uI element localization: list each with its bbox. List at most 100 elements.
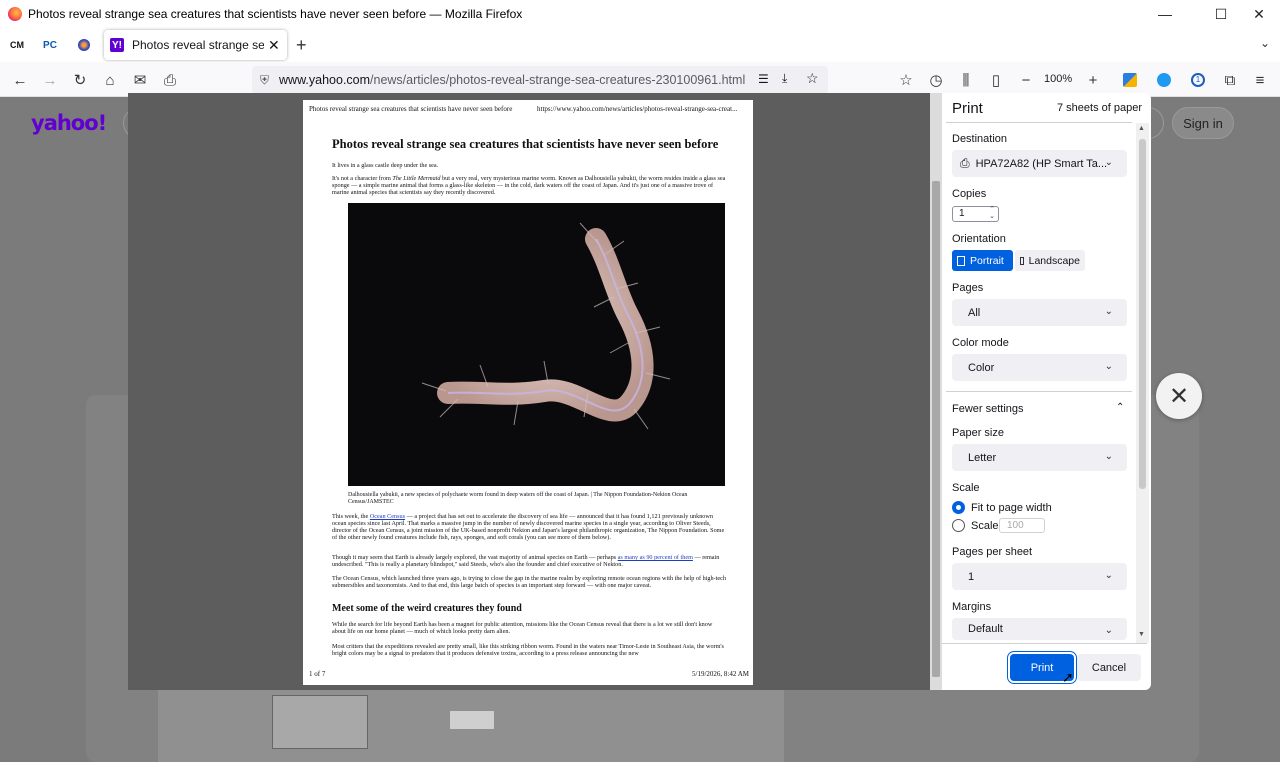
url-bar[interactable]: ⛨ www.yahoo.com/news/articles/photos-rev… [252,66,828,94]
arrow-right-icon: → [42,71,58,89]
pocket-button[interactable]: ☆ [894,68,918,92]
settings-scrollbar-thumb[interactable] [1139,139,1146,489]
pages-select[interactable]: All ⌄ [952,299,1127,326]
tab-label: Photos reveal strange sea creat [132,38,264,52]
email-link-button[interactable]: ✉ [128,68,152,92]
settings-scrollbar[interactable]: ▲ ▼ [1136,123,1149,643]
forward-button[interactable]: → [38,68,62,92]
puzzle-icon: ⧉ [1224,71,1236,89]
round-favicon-icon [78,39,90,51]
extension-blue-button[interactable] [1152,68,1176,92]
reload-button[interactable]: ↻ [68,68,92,92]
article-paragraph-1: It's not a character from The Little Mer… [332,175,726,196]
zoom-in-button[interactable]: + [1081,68,1105,92]
yahoo-logo: yahoo! [31,111,107,135]
pinned-tab-pc[interactable]: PC [36,34,64,56]
password-manager-button[interactable]: 1 [1186,68,1210,92]
sidebar-button[interactable]: ▯ [984,68,1008,92]
divider [946,122,1132,123]
chevron-up-icon[interactable]: ⌃ [1116,402,1124,413]
tab-strip: CM PC Y! Photos reveal strange sea creat… [0,28,1280,62]
paper-size-select[interactable]: Letter ⌄ [952,444,1127,471]
printer-icon: ⎙ [163,71,176,89]
margins-label: Margins [952,601,992,613]
preview-scrollbar-thumb[interactable] [932,181,940,677]
library-button[interactable]: ⫼ [954,68,978,92]
scroll-down-icon[interactable]: ▼ [1138,631,1145,638]
copies-input[interactable]: 1 ⌃ ⌄ [952,206,999,222]
list-all-tabs-button[interactable]: ⌄ [1260,36,1270,50]
scale-option-label: Scale [971,520,999,532]
arrow-left-icon: ← [12,71,28,89]
page-date: 5/19/2026, 8:42 AM [692,670,749,678]
print-toolbar-button[interactable]: ⎙ [158,68,182,92]
scale-radio[interactable] [952,519,965,532]
home-button[interactable]: ⌂ [98,68,122,92]
sign-in-button[interactable]: Sign in [1172,107,1234,139]
color-mode-label: Color mode [952,337,1009,349]
site-info-icon[interactable]: ⛨ [260,73,269,88]
mouse-cursor-icon: ➚ [1062,669,1074,685]
bookmark-star-icon[interactable]: ☆ [806,70,819,87]
history-button[interactable]: ◷ [924,68,948,92]
pinned-tab-cm[interactable]: CM [3,34,31,56]
article-paragraph-4: The Ocean Census, which launched three y… [332,575,726,589]
page-landscape-icon [1020,256,1024,265]
sea-worm-illustration [421,222,671,430]
divider [946,391,1132,392]
pages-per-sheet-select[interactable]: 1 ⌄ [952,563,1127,590]
copies-label: Copies [952,188,987,200]
destination-label: Destination [952,133,1008,145]
close-tab-icon[interactable]: ✕ [268,37,280,54]
pinned-tab-round[interactable] [70,34,98,56]
back-button[interactable]: ← [8,68,32,92]
chevron-down-icon: ⌄ [1104,570,1113,581]
window-title: Photos reveal strange sea creatures that… [28,7,523,21]
color-mode-select[interactable]: Color ⌄ [952,354,1127,381]
password-manager-icon: 1 [1191,73,1205,87]
app-menu-button[interactable]: ≡ [1248,68,1272,92]
fit-to-width-label: Fit to page width [971,502,1052,514]
close-overlay-button[interactable]: ✕ [1156,373,1202,419]
fewer-settings-toggle[interactable]: Fewer settings [952,403,1024,415]
preview-scrollbar[interactable] [930,93,942,690]
cm-favicon-icon: CM [10,40,24,50]
page-header-url: https://www.yahoo.com/news/articles/phot… [537,105,738,113]
orientation-label: Orientation [952,233,1006,245]
print-preview-page: Photos reveal strange sea creatures that… [303,100,753,685]
printer-icon: ⎙ [960,156,970,170]
barcode-label-image [450,711,494,729]
extension-translate-button[interactable] [1118,68,1142,92]
chevron-down-icon: ⌄ [1104,625,1113,636]
zoom-out-button[interactable]: − [1014,68,1038,92]
page-header-title: Photos reveal strange sea creatures that… [309,105,513,113]
firefox-logo-icon [8,7,22,21]
landscape-button[interactable]: Landscape [1015,250,1085,271]
article-subheading: Meet some of the weird creatures they fo… [332,603,522,614]
new-tab-button[interactable]: + [296,35,307,56]
plus-icon: + [1088,71,1098,89]
zoom-level[interactable]: 100% [1044,73,1072,85]
portrait-button[interactable]: Portrait [952,250,1013,271]
destination-select[interactable]: ⎙ HPA72A82 (HP Smart Ta... ⌄ [952,150,1127,177]
article-paragraph-5: While the search for life beyond Earth h… [332,621,713,635]
save-to-pocket-icon[interactable]: ⤓ [782,71,787,86]
spinner-arrows-icon[interactable]: ⌃ ⌄ [989,206,995,220]
scroll-up-icon[interactable]: ▲ [1138,125,1145,132]
cancel-button[interactable]: Cancel [1077,654,1141,681]
minimize-button[interactable]: — [1142,0,1188,28]
paper-size-label: Paper size [952,427,1004,439]
scale-input[interactable]: 100 [999,518,1045,533]
reader-view-icon[interactable]: ☰ [758,72,769,86]
pages-per-sheet-label: Pages per sheet [952,546,1033,558]
margins-select[interactable]: Default ⌄ [952,618,1127,640]
fit-to-width-radio[interactable] [952,501,965,514]
extensions-button[interactable]: ⧉ [1218,68,1242,92]
pages-label: Pages [952,282,984,294]
tab-active[interactable]: Y! Photos reveal strange sea creat ✕ [104,30,287,60]
sheet-count: 7 sheets of paper [1056,102,1142,114]
close-window-button[interactable]: ✕ [1236,0,1280,28]
photo-caption: Dalhousiella yabukii, a new species of p… [348,492,688,505]
chevron-down-icon: ⌄ [1104,157,1113,168]
sea-worm-photo [348,203,725,486]
